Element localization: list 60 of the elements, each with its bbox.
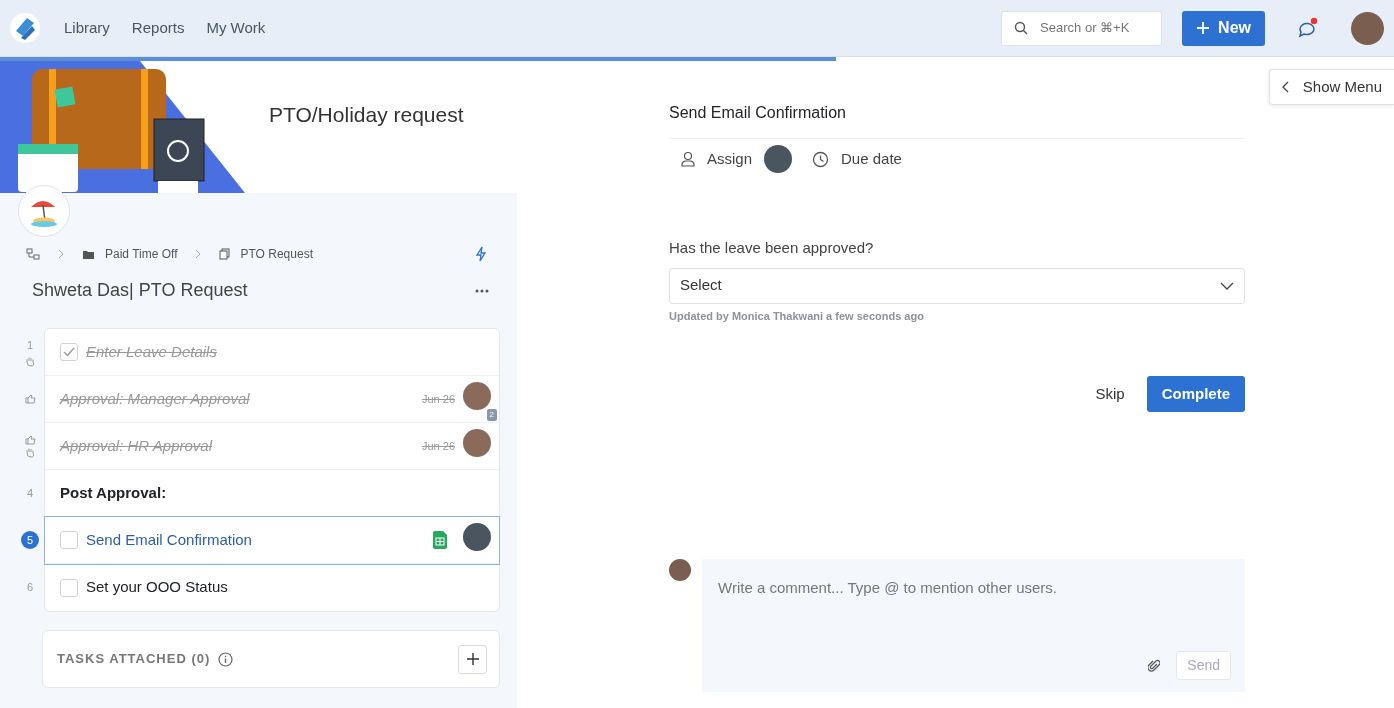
due-date: Jun 26: [421, 391, 455, 407]
due-date: Jun 26: [421, 438, 455, 454]
task-title: Enter Leave Details: [86, 341, 217, 362]
assignee-count: 2: [486, 408, 497, 421]
chevron-down-icon: [1220, 281, 1234, 290]
search-input[interactable]: Search or ⌘+K: [1038, 17, 1150, 39]
step-number: 6: [26, 580, 34, 596]
run-title: Shweta Das| PTO Request: [32, 279, 248, 302]
paperclip-icon[interactable]: [1148, 658, 1161, 673]
thumbs-up-icon: [24, 394, 36, 404]
skip-button[interactable]: Skip: [1089, 381, 1131, 407]
task-title: Post Approval:: [60, 482, 167, 503]
plus-icon: [1196, 21, 1211, 35]
checkbox[interactable]: [60, 343, 78, 361]
show-menu-button[interactable]: Show Menu: [1268, 69, 1394, 105]
task-detail-title: Send Email Confirmation: [669, 61, 1245, 139]
thumbs-up-icon: [24, 434, 36, 445]
assignee-avatar: [764, 145, 793, 173]
due-date-link[interactable]: Due date: [841, 147, 902, 171]
more-icon[interactable]: [475, 288, 489, 293]
template-title: PTO/Holiday request: [269, 102, 464, 129]
task-title: Approval: HR Approval: [60, 435, 212, 456]
hierarchy-icon[interactable]: [26, 248, 40, 260]
info-icon[interactable]: [218, 651, 234, 667]
user-avatar[interactable]: [1351, 11, 1384, 45]
lightning-icon[interactable]: [475, 246, 487, 262]
select-dropdown[interactable]: Select: [669, 267, 1245, 304]
chevron-right-icon: [195, 249, 202, 259]
question-label: Has the leave been approved?: [669, 238, 875, 258]
assign-link[interactable]: Assign: [707, 147, 753, 171]
search-icon: [1014, 21, 1029, 35]
breadcrumb-link[interactable]: Paid Time Off: [105, 245, 178, 263]
logo-icon[interactable]: [10, 13, 40, 43]
updated-note: Updated by Monica Thakwani a few seconds ago: [669, 308, 925, 324]
chevron-right-icon: [58, 249, 64, 259]
chevron-left-icon: [1281, 81, 1289, 93]
step-number: 5: [21, 531, 39, 549]
clock-icon: [812, 150, 830, 168]
nav-link[interactable]: Library: [64, 16, 110, 40]
user-avatar: [669, 559, 691, 581]
checkbox[interactable]: [60, 531, 78, 549]
step-number: 4: [26, 485, 34, 501]
checkbox[interactable]: [60, 578, 78, 597]
add-button[interactable]: [458, 644, 487, 674]
breadcrumb-link[interactable]: PTO Request: [240, 245, 313, 263]
new-button[interactable]: New: [1182, 10, 1265, 46]
copy-icon: [219, 248, 231, 260]
folder-icon: [82, 248, 95, 260]
plus-icon: [465, 652, 480, 666]
section-label: TASKS ATTACHED (0): [57, 650, 211, 669]
person-icon: [681, 151, 695, 167]
nav-link[interactable]: Reports: [131, 16, 185, 40]
step-number: 1: [26, 338, 34, 354]
task-title: Send Email Confirmation: [86, 529, 252, 550]
task-title: Set your OOO Status: [86, 577, 228, 598]
search-field[interactable]: Search or ⌘+K: [1001, 10, 1163, 46]
task-title: Approval: Manager Approval: [60, 388, 250, 409]
chat-icon[interactable]: [1297, 17, 1319, 39]
nav-link[interactable]: My Work: [206, 16, 266, 40]
complete-button[interactable]: Complete: [1146, 376, 1245, 412]
